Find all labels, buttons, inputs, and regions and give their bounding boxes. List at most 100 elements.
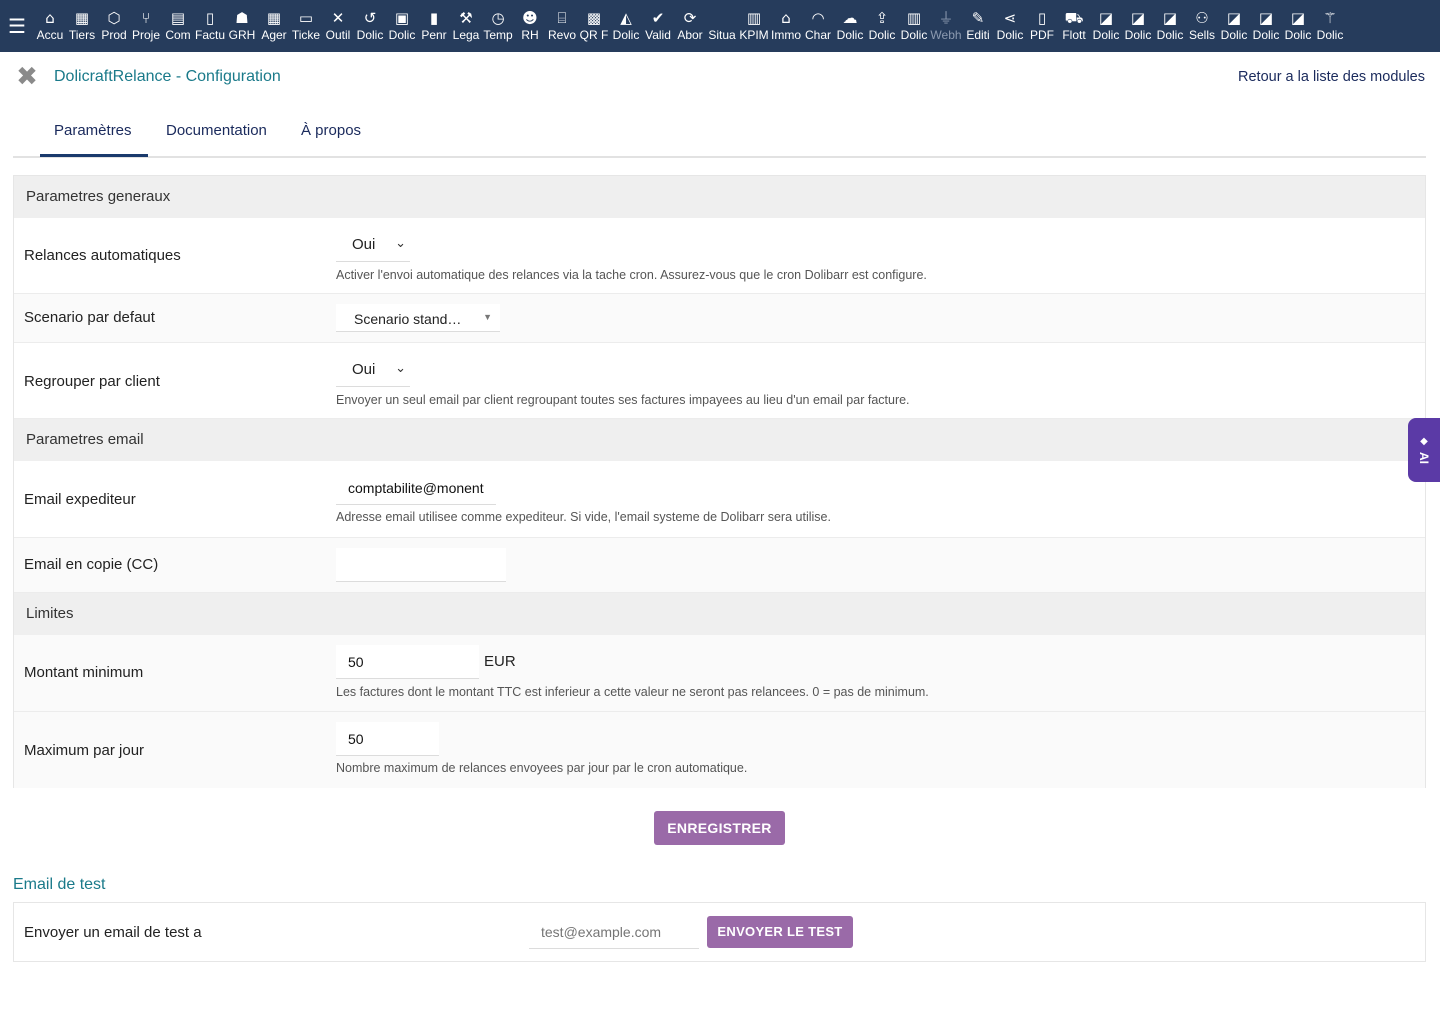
menu-item-28[interactable]: ⏚ Webh — [930, 0, 962, 52]
module-menu: ⌂ Accu ▦ Tiers ⬡ Prod ⑂ Proje ▤ Com ▯ Factu ☗ GRH ▦ Age… — [34, 0, 1346, 52]
building2-icon: ▥ — [906, 9, 922, 27]
menu-item-37[interactable]: ◪ Dolic — [1218, 0, 1250, 52]
scenario-label: Scenario par defaut — [24, 309, 155, 326]
menu-item-20[interactable]: ⟳ Abor — [674, 0, 706, 52]
tab-documentation[interactable]: Documentation — [166, 122, 267, 139]
sparkle-icon: ◆ — [1420, 435, 1428, 447]
menu-item-label: Dolic — [1316, 28, 1344, 42]
menu-item-9[interactable]: ✕ Outil — [322, 0, 354, 52]
menu-item-19[interactable]: ✔ Valid — [642, 0, 674, 52]
menu-item-21[interactable]: Situa — [706, 0, 738, 52]
menu-item-16[interactable]: ⌸ Revo — [546, 0, 578, 52]
menu-item-8[interactable]: ▭ Ticke — [290, 0, 322, 52]
regrouper-select[interactable]: Oui ⌄ — [336, 353, 410, 387]
save-button[interactable]: ENREGISTRER — [654, 811, 785, 845]
menu-hamburger-icon[interactable]: ☰ — [0, 0, 34, 52]
menu-item-label: Flott — [1062, 28, 1086, 42]
cube-icon: ⬡ — [107, 9, 121, 27]
max-per-day-help: Nombre maximum de relances envoyees par … — [336, 761, 748, 775]
relances-auto-select[interactable]: Oui ⌄ — [336, 228, 410, 262]
test-email-input[interactable] — [529, 915, 699, 949]
menu-item-1[interactable]: ▦ Tiers — [66, 0, 98, 52]
min-amount-unit: EUR — [484, 653, 516, 670]
menu-item-4[interactable]: ▤ Com — [162, 0, 194, 52]
plug-icon: ⏚ — [938, 9, 954, 27]
invoice-icon: ▯ — [205, 9, 215, 27]
menu-item-27[interactable]: ▥ Dolic — [898, 0, 930, 52]
menu-item-29[interactable]: ✎ Editi — [962, 0, 994, 52]
regrouper-help: Envoyer un seul email par client regroup… — [336, 393, 910, 407]
team-icon: ☻ — [522, 9, 538, 27]
menu-item-13[interactable]: ⚒ Lega — [450, 0, 482, 52]
max-per-day-input[interactable] — [336, 722, 439, 756]
note-icon: ◪ — [1098, 9, 1114, 27]
min-amount-input[interactable] — [336, 645, 479, 679]
building-icon: ▦ — [74, 9, 90, 27]
menu-item-10[interactable]: ↺ Dolic — [354, 0, 386, 52]
note-icon: ◪ — [1226, 9, 1242, 27]
max-per-day-label: Maximum par jour — [24, 742, 145, 759]
back-to-modules-link[interactable]: Retour a la liste des modules — [1238, 69, 1425, 85]
menu-item-23[interactable]: ⌂ Immo — [770, 0, 802, 52]
menu-item-label: Revo — [547, 28, 576, 42]
menu-item-35[interactable]: ◪ Dolic — [1154, 0, 1186, 52]
menu-item-5[interactable]: ▯ Factu — [194, 0, 226, 52]
tab-parametres[interactable]: Paramètres — [54, 122, 132, 139]
row-relances-automatiques: Relances automatiques Oui ⌄ Activer l'en… — [14, 218, 1425, 294]
menu-item-12[interactable]: ▮ Penr — [418, 0, 450, 52]
menu-item-40[interactable]: ⚚ Dolic — [1314, 0, 1346, 52]
menu-item-30[interactable]: ⋖ Dolic — [994, 0, 1026, 52]
tab-a-propos[interactable]: À propos — [301, 122, 361, 139]
menu-item-label: Char — [804, 28, 831, 42]
email-sender-input[interactable] — [336, 471, 496, 505]
row-max-per-day: Maximum par jour Nombre maximum de relan… — [14, 712, 1425, 788]
menu-item-label: Dolic — [900, 28, 928, 42]
note-icon: ◪ — [1162, 9, 1178, 27]
menu-item-0[interactable]: ⌂ Accu — [34, 0, 66, 52]
ai-assistant-tab[interactable]: ◆ AI — [1408, 418, 1440, 482]
test-email-title: Email de test — [13, 876, 106, 893]
menu-item-26[interactable]: ⇪ Dolic — [866, 0, 898, 52]
menu-item-11[interactable]: ▣ Dolic — [386, 0, 418, 52]
menu-item-18[interactable]: ◭ Dolic — [610, 0, 642, 52]
menu-item-label: Dolic — [1220, 28, 1248, 42]
menu-item-label: Webh — [930, 28, 962, 42]
project-icon: ⑂ — [141, 9, 151, 27]
menu-item-7[interactable]: ▦ Ager — [258, 0, 290, 52]
menu-item-24[interactable]: ◠ Char — [802, 0, 834, 52]
min-amount-help: Les factures dont le montant TTC est inf… — [336, 685, 929, 699]
menu-item-38[interactable]: ◪ Dolic — [1250, 0, 1282, 52]
menu-item-label: Dolic — [996, 28, 1024, 42]
menu-item-label: Dolic — [836, 28, 864, 42]
menu-item-32[interactable]: ⛟ Flott — [1058, 0, 1090, 52]
menu-item-31[interactable]: ▯ PDF — [1026, 0, 1058, 52]
menu-item-6[interactable]: ☗ GRH — [226, 0, 258, 52]
relances-auto-label: Relances automatiques — [24, 247, 181, 264]
menu-item-22[interactable]: ▥ KPIM — [738, 0, 770, 52]
edit-icon: ✎ — [971, 9, 985, 27]
users-icon: ☗ — [235, 9, 249, 27]
qrcode-icon: ▩ — [586, 9, 602, 27]
menu-item-39[interactable]: ◪ Dolic — [1282, 0, 1314, 52]
menu-item-34[interactable]: ◪ Dolic — [1122, 0, 1154, 52]
menu-item-3[interactable]: ⑂ Proje — [130, 0, 162, 52]
menu-item-label: Prod — [101, 28, 127, 42]
send-test-button[interactable]: ENVOYER LE TEST — [707, 916, 853, 948]
menu-item-15[interactable]: ☻ RH — [514, 0, 546, 52]
menu-item-36[interactable]: ⚇ Sells — [1186, 0, 1218, 52]
car-icon: ⛟ — [1064, 9, 1084, 27]
active-tab-indicator — [40, 154, 148, 157]
menu-item-25[interactable]: ☁ Dolic — [834, 0, 866, 52]
menu-item-17[interactable]: ▩ QR F — [578, 0, 610, 52]
dropdown-arrow-icon: ▼ — [483, 312, 492, 322]
email-cc-input[interactable] — [336, 548, 506, 582]
scenario-select[interactable]: Scenario stand… ▼ — [336, 304, 500, 332]
menu-item-label: Abor — [677, 28, 703, 42]
top-navigation-bar: ☰ ⌂ Accu ▦ Tiers ⬡ Prod ⑂ Proje ▤ Com ▯ Factu ☗ GRH ▦ A… — [0, 0, 1440, 52]
menu-item-33[interactable]: ◪ Dolic — [1090, 0, 1122, 52]
menu-item-2[interactable]: ⬡ Prod — [98, 0, 130, 52]
handshake-icon: ⚇ — [1195, 9, 1209, 27]
menu-item-14[interactable]: ◷ Temp — [482, 0, 514, 52]
refresh-icon: ⟳ — [683, 9, 697, 27]
row-min-amount: Montant minimum EUR Les factures dont le… — [14, 635, 1425, 712]
